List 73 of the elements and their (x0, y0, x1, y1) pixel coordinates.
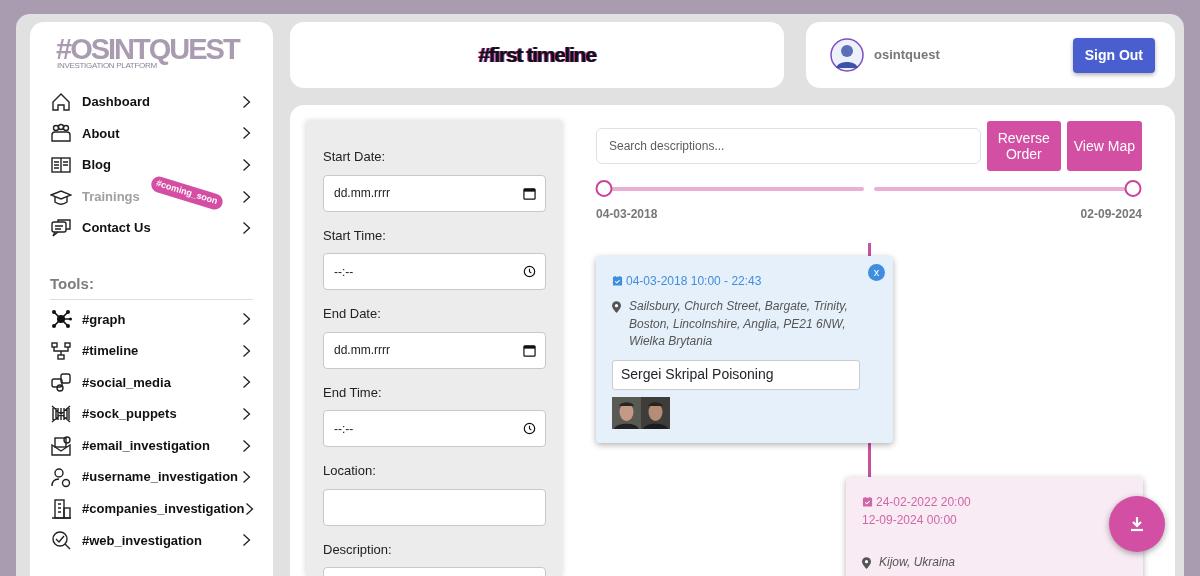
event-date: 04-03-2018 10:00 - 22:43 (626, 274, 762, 288)
input-field[interactable]: dd.mm.rrrr (323, 331, 546, 369)
calendar-icon (862, 495, 873, 507)
tool-item[interactable]: #companies_investigation (50, 497, 245, 520)
page-title: #first timeline (478, 42, 596, 69)
search-field[interactable]: Search descriptions... (596, 128, 981, 164)
input-field[interactable] (323, 488, 546, 526)
chevron-icon (242, 407, 251, 422)
tool-item[interactable]: #graph (50, 308, 126, 331)
tool-item[interactable]: #social_media (50, 371, 171, 394)
user-icon (50, 466, 72, 489)
tool-item[interactable]: #timeline (50, 339, 139, 362)
nav-item[interactable]: Blog (50, 154, 111, 176)
event-date: 12-09-2024 00:00 (862, 512, 957, 527)
tool-item[interactable]: #username_investigation (50, 466, 239, 489)
clock-icon (523, 265, 536, 278)
book-icon (50, 154, 72, 176)
chevron-icon (242, 221, 251, 236)
calendar-icon (523, 343, 536, 357)
input-field[interactable]: dd.mm.rrrr (323, 174, 546, 212)
field-label: Start Date: (323, 148, 387, 166)
network-icon (50, 308, 72, 331)
description-field[interactable]: Sergei Skripal Poisoning (612, 359, 860, 390)
event-location: Kijow, Ukraina (879, 553, 956, 571)
slider-thumb[interactable] (595, 180, 613, 197)
event-location: Sailsbury, Church Street, Bargate, Trinity, Boston, Lincolnshire, Anglia, PE21 6NW, Wielka Brytania (629, 298, 849, 350)
view-map-button[interactable]: View Map (1066, 121, 1142, 171)
location-pin-icon (612, 301, 621, 313)
start-date-label: 04-03-2018 (596, 206, 658, 223)
reverse-order-button[interactable]: Reverse Order (986, 121, 1061, 171)
envelope-icon (50, 434, 72, 457)
sign-out-button[interactable]: Sign Out (1072, 37, 1155, 73)
clock-icon (523, 422, 536, 435)
input-field[interactable]: --:-- (323, 253, 546, 290)
people-icon (50, 122, 72, 145)
field-label: Location: (323, 462, 377, 480)
chevron-icon (242, 126, 251, 141)
tool-item[interactable]: #web_investigation (50, 529, 202, 552)
chevron-icon (242, 470, 251, 485)
slider-thumb[interactable] (1124, 180, 1142, 197)
magnifier-check-icon (50, 529, 72, 552)
field-label: End Date: (323, 305, 382, 323)
input-field[interactable]: --:-- (323, 410, 546, 447)
tool-item[interactable]: #email_investigation (50, 434, 210, 457)
chevron-icon (242, 438, 251, 453)
chevron-icon (242, 533, 251, 548)
nav-item[interactable]: About (50, 122, 120, 145)
avatar-icon (830, 38, 864, 72)
download-icon (1128, 515, 1146, 533)
field-label: Start Time: (323, 226, 387, 245)
location-pin-icon (862, 556, 871, 569)
tool-item[interactable]: #sock_puppets (50, 403, 177, 426)
calendar-icon (612, 275, 623, 286)
username: osintquest (874, 46, 941, 65)
calendar-icon (523, 186, 536, 200)
logo-subtitle: INVESTIGATION PLATFORM (57, 62, 157, 70)
end-date-label: 02-09-2024 (1080, 206, 1142, 223)
nav-item[interactable]: Dashboard (50, 90, 150, 113)
chevron-icon (242, 343, 251, 358)
chevron-icon (242, 189, 251, 204)
chevron-icon (244, 501, 254, 516)
devices-icon (50, 371, 72, 394)
event-date: 24-02-2022 20:00 (876, 494, 971, 509)
chevron-icon (242, 312, 251, 327)
building-icon (50, 497, 72, 520)
chevron-icon (242, 158, 251, 172)
tools-heading: Tools: (50, 272, 253, 301)
flowchart-icon (50, 339, 72, 362)
chevron-icon (242, 94, 251, 109)
chevron-icon (242, 375, 251, 390)
nav-item[interactable]: Contact Us (50, 217, 151, 240)
field-label: Description: (323, 540, 393, 559)
field-label: End Time: (323, 383, 383, 402)
